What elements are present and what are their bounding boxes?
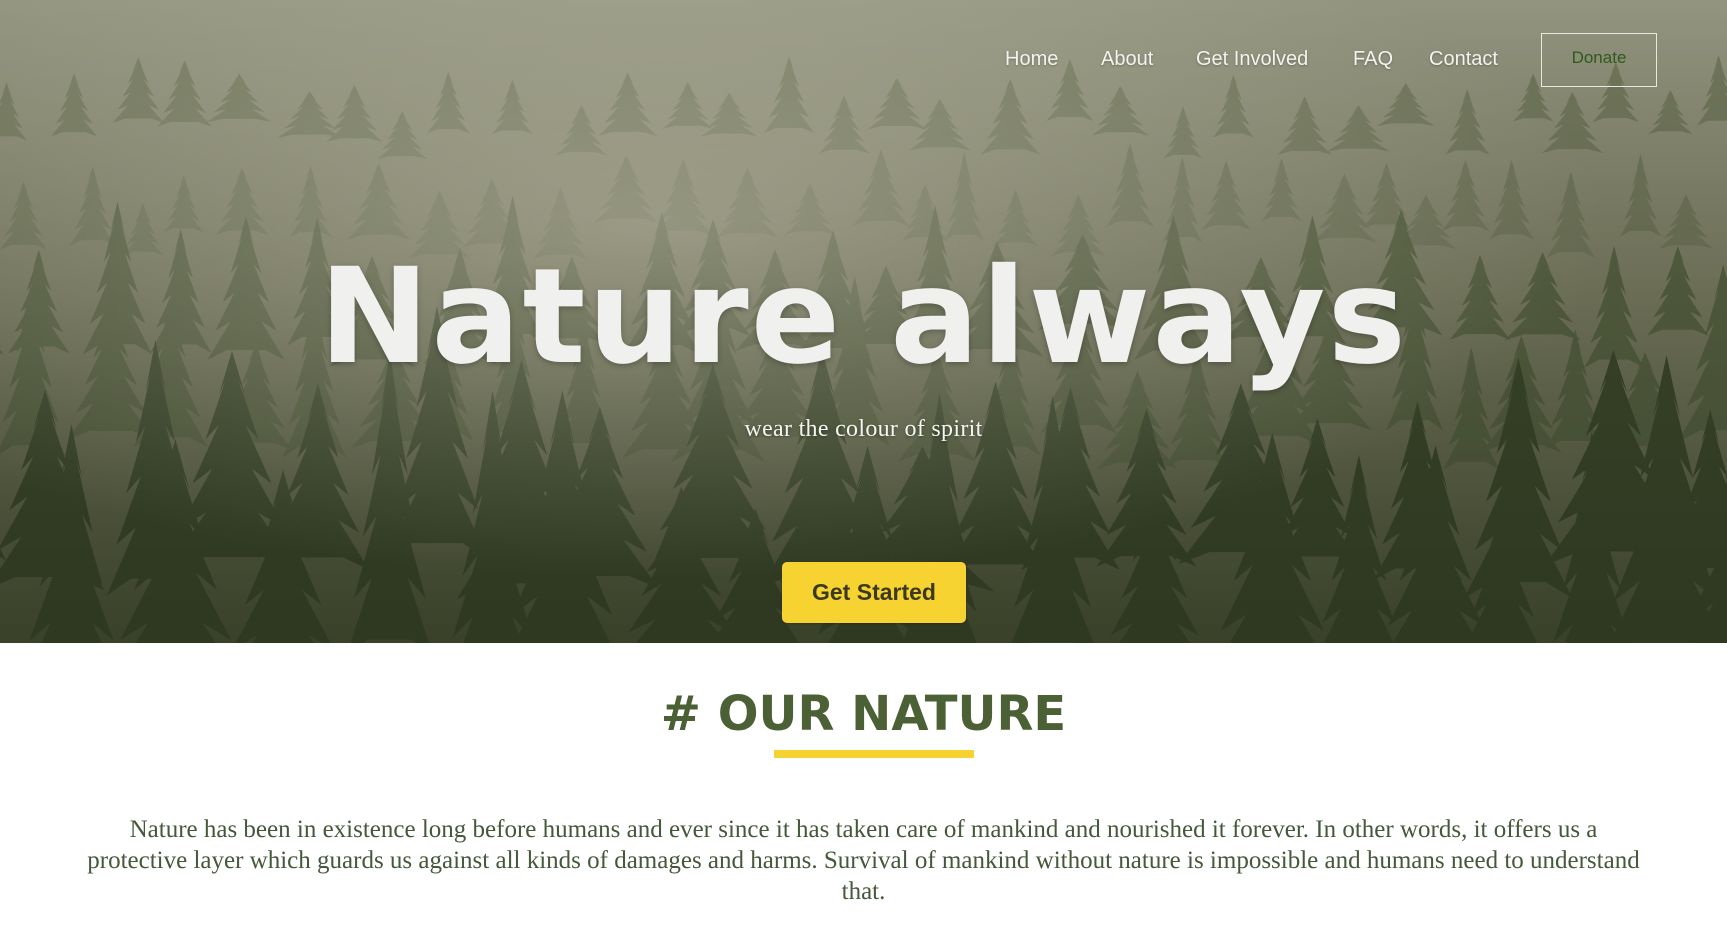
section-body-text: Nature has been in existence long before… [87, 816, 1640, 905]
hero-subtitle: wear the colour of spirit [744, 416, 983, 442]
title-underline [774, 750, 974, 758]
donate-button[interactable]: Donate [1541, 33, 1657, 87]
nav-link-contact[interactable]: Contact [1429, 48, 1498, 71]
section-title: # OUR NATURE [660, 686, 1067, 742]
get-started-button[interactable]: Get Started [782, 562, 966, 623]
nav-link-about[interactable]: About [1101, 48, 1153, 71]
nav-link-faq[interactable]: FAQ [1353, 48, 1393, 71]
hero-title: Nature always [318, 240, 1409, 394]
nav-link-get-involved[interactable]: Get Involved [1196, 48, 1308, 71]
main-nav: Home About Get Involved FAQ Contact Dona… [0, 32, 1727, 88]
nav-link-home[interactable]: Home [1005, 48, 1058, 71]
hero-section: Home About Get Involved FAQ Contact Dona… [0, 0, 1727, 643]
